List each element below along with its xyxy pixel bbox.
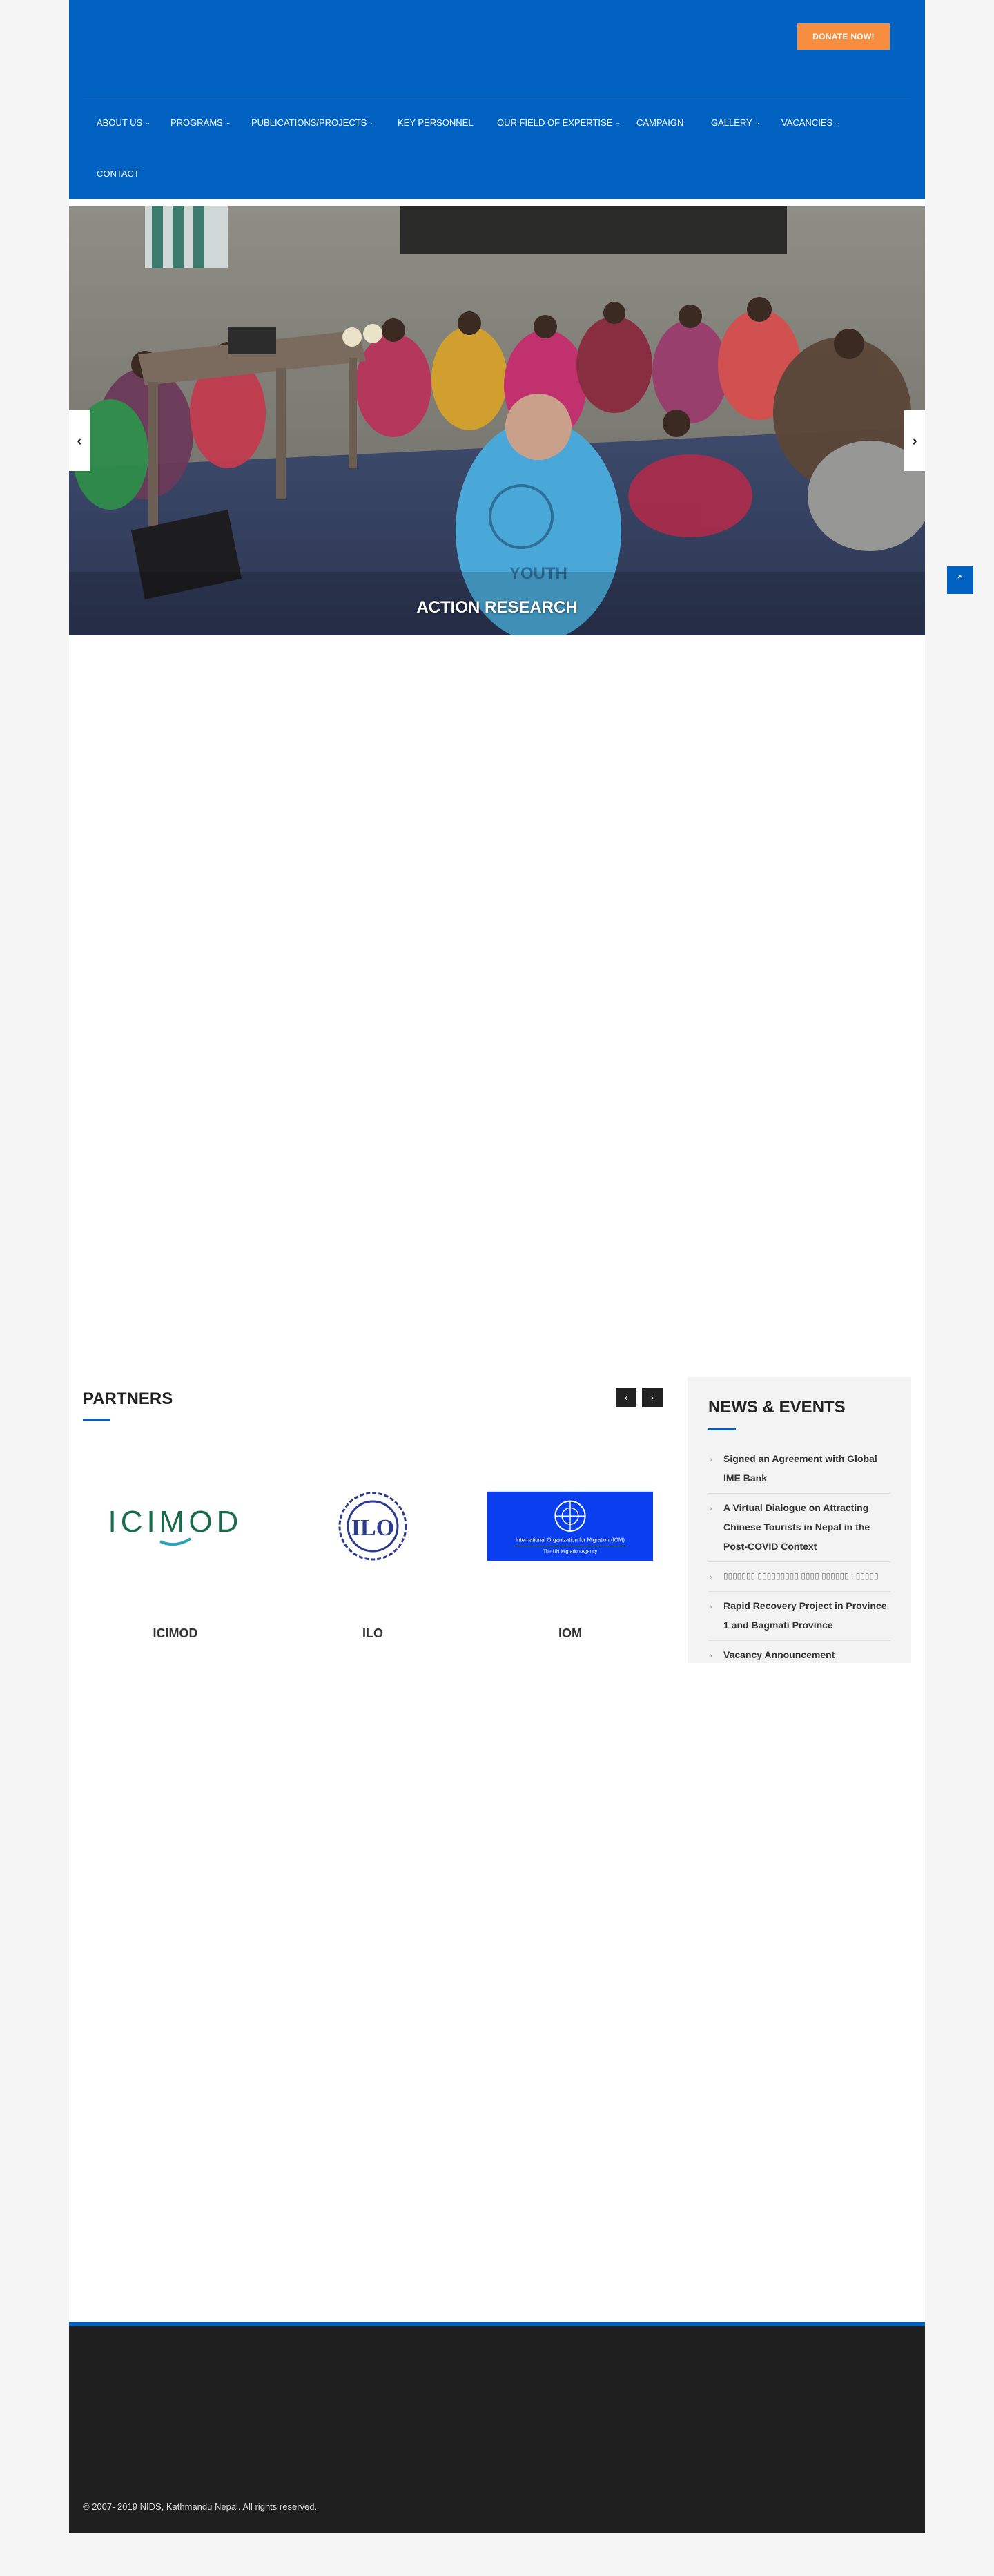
nav-item-publications[interactable]: PUBLICATIONS/PROJECTS ⌄ [251, 109, 375, 135]
news-item-text: Rapid Recovery Project in Province 1 and… [723, 1600, 887, 1631]
chevron-right-icon: › [651, 1393, 654, 1403]
chevron-down-icon: ⌄ [145, 118, 150, 126]
icimod-logo: ICIMOD [92, 1457, 258, 1595]
news-events-panel: NEWS & EVENTS › Signed an Agreement with… [688, 1377, 911, 1663]
chevron-right-icon: › [710, 1505, 712, 1513]
nav-item-programs[interactable]: PROGRAMS ⌄ [170, 109, 231, 135]
news-item[interactable]: › Signed an Agreement with Global IME Ba… [708, 1445, 890, 1494]
nav-label: KEY PERSONNEL [398, 117, 474, 128]
nav-label: OUR FIELD OF EXPERTISE [497, 117, 613, 128]
site-header: DONATE NOW! ABOUT US ⌄ PROGRAMS ⌄ PUBLICAT… [69, 0, 925, 199]
iom-logo: International Organization for Migration… [487, 1457, 653, 1595]
nav-label: VACANCIES [781, 117, 833, 128]
nav-item-about-us[interactable]: ABOUT US ⌄ [97, 109, 150, 135]
chevron-up-icon: ⌃ [955, 575, 965, 586]
news-item[interactable]: › Vacancy Announcement [708, 1641, 890, 1670]
ilo-logo-text: ILO [351, 1515, 394, 1541]
partners-title-underline [83, 1419, 110, 1421]
nav-item-key-personnel[interactable]: KEY PERSONNEL [398, 109, 474, 135]
chevron-left-icon: ‹ [625, 1393, 627, 1403]
slider-prev-button[interactable]: ‹ [69, 410, 90, 471]
ilo-logo: ILO [290, 1457, 456, 1595]
nav-item-gallery[interactable]: GALLERY ⌄ [711, 109, 760, 135]
news-title-underline [708, 1428, 736, 1430]
slide-caption: ACTION RESEARCH [416, 598, 578, 617]
page-container: DONATE NOW! ABOUT US ⌄ PROGRAMS ⌄ PUBLICAT… [69, 0, 925, 2533]
back-to-top-button[interactable]: ⌃ [947, 566, 973, 594]
news-item-text: Signed an Agreement with Global IME Bank [723, 1453, 877, 1483]
news-item[interactable]: › ▯▯▯▯▯▯▯ ▯▯▯▯▯▯▯▯▯ ▯▯▯▯ ▯▯▯▯▯▯ : ▯▯▯▯▯ [708, 1562, 890, 1592]
header-spacer [69, 199, 925, 206]
icimod-logo-text: ICIMOD [108, 1505, 243, 1539]
nav-item-vacancies[interactable]: VACANCIES ⌄ [781, 109, 841, 135]
news-item-text: Vacancy Announcement [723, 1649, 835, 1660]
news-item-text: ▯▯▯▯▯▯▯ ▯▯▯▯▯▯▯▯▯ ▯▯▯▯ ▯▯▯▯▯▯ : ▯▯▯▯▯ [723, 1571, 879, 1581]
news-title: NEWS & EVENTS [708, 1398, 846, 1416]
partner-card-ilo[interactable]: ILO ILO [283, 1457, 462, 1664]
news-list: › Signed an Agreement with Global IME Ba… [708, 1445, 890, 1670]
slide-photo: YOUTH [69, 206, 925, 635]
site-footer: © 2007- 2019 NIDS, Kathmandu Nepal. All … [69, 2326, 925, 2533]
copyright-text: © 2007- 2019 NIDS, Kathmandu Nepal. All … [83, 2501, 318, 2512]
chevron-left-icon: ‹ [77, 432, 82, 449]
partners-title: PARTNERS [83, 1390, 173, 1408]
chevron-down-icon: ⌄ [754, 118, 761, 126]
partner-name: IOM [558, 1626, 582, 1640]
nav-label: PUBLICATIONS/PROJECTS [251, 117, 367, 128]
chevron-right-icon: › [912, 432, 917, 449]
hero-slider[interactable]: YOUTH ACTION RESEARCH [69, 206, 925, 635]
iom-logo-subtext: The UN Migration Agency [543, 1549, 598, 1554]
nav-label: GALLERY [711, 117, 752, 128]
partners-next-button[interactable]: › [642, 1388, 663, 1407]
news-item-text: A Virtual Dialogue on Attracting Chinese… [723, 1502, 870, 1552]
partner-card-icimod[interactable]: ICIMOD ICIMOD [86, 1457, 265, 1664]
partners-prev-button[interactable]: ‹ [616, 1388, 636, 1407]
nav-item-contact[interactable]: CONTACT [97, 160, 139, 186]
nav-label: CAMPAIGN [636, 117, 684, 128]
iom-logo-text: International Organization for Migration… [516, 1537, 625, 1544]
nav-label: ABOUT US [97, 117, 143, 128]
chevron-down-icon: ⌄ [225, 118, 231, 126]
chevron-right-icon: › [710, 1603, 712, 1611]
partner-name: ILO [362, 1626, 383, 1640]
nav-label: CONTACT [97, 168, 139, 179]
nav-item-field-of-expertise[interactable]: OUR FIELD OF EXPERTISE ⌄ [497, 109, 621, 135]
chevron-down-icon: ⌄ [615, 118, 621, 126]
partner-card-iom[interactable]: International Organization for Migration… [480, 1457, 660, 1664]
chevron-right-icon: › [710, 1652, 712, 1660]
chevron-down-icon: ⌄ [835, 118, 841, 126]
nav-item-campaign[interactable]: CAMPAIGN [636, 109, 683, 135]
news-item[interactable]: › Rapid Recovery Project in Province 1 a… [708, 1592, 890, 1641]
chevron-right-icon: › [710, 1456, 712, 1464]
nav-label: PROGRAMS [170, 117, 223, 128]
chevron-right-icon: › [710, 1573, 712, 1582]
slider-next-button[interactable]: › [904, 410, 925, 471]
partner-name: ICIMOD [153, 1626, 198, 1640]
chevron-down-icon: ⌄ [369, 118, 375, 126]
news-item[interactable]: › A Virtual Dialogue on Attracting Chine… [708, 1494, 890, 1562]
donate-button[interactable]: DONATE NOW! [797, 23, 890, 50]
